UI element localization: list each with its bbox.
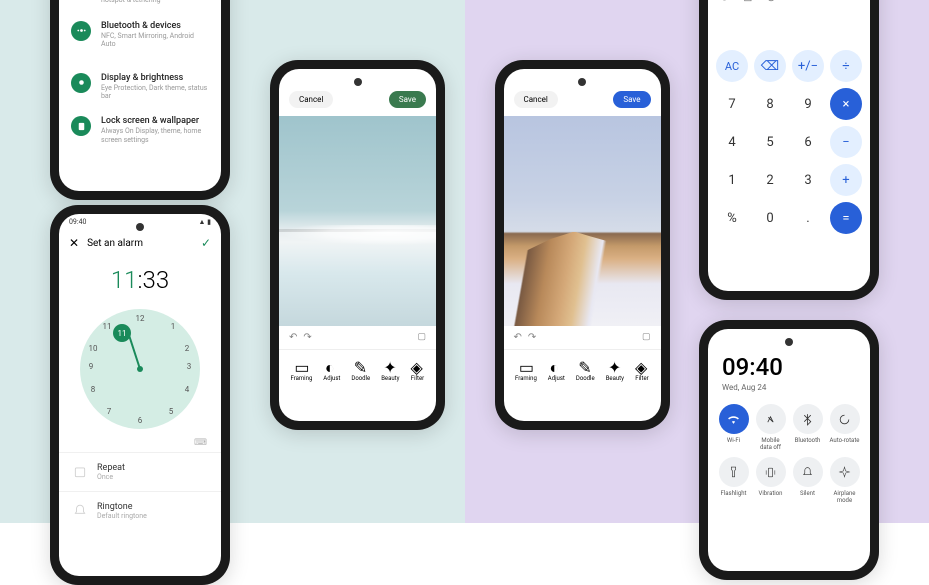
qs-tile-auto-rotate[interactable]: Auto-rotate <box>829 404 860 451</box>
calc-key-3[interactable]: 3 <box>792 164 824 196</box>
redo-icon[interactable]: ↷ <box>528 332 536 343</box>
phone-calculator: ↺ ⊞ ⊘ AC⌫+/−÷ 789× 456− 123+%0.= <box>699 0 879 300</box>
setting-lockscreen[interactable]: Lock screen & wallpaperAlways On Display… <box>59 108 221 152</box>
undo-icon[interactable]: ↶ <box>514 332 522 343</box>
unit-icon[interactable]: ⊞ <box>743 0 752 4</box>
clock-face[interactable]: 121234567891011 11 <box>80 309 200 429</box>
alarm-time-display[interactable]: 11:33 <box>59 256 221 304</box>
calc-key-7[interactable]: 7 <box>716 88 748 120</box>
qs-tile-wi-fi[interactable]: Wi-Fi <box>718 404 749 451</box>
close-icon[interactable]: ✕ <box>69 236 79 250</box>
qs-tile-mobile-data-off[interactable]: Mobile data off <box>755 404 786 451</box>
qs-tile-bluetooth[interactable]: Bluetooth <box>792 404 823 451</box>
calc-key-0[interactable]: 0 <box>754 202 786 234</box>
calc-key-×[interactable]: × <box>830 88 862 120</box>
alarm-repeat[interactable]: RepeatOnce <box>59 452 221 491</box>
editor-action-beauty[interactable]: ✦Beauty <box>606 358 624 382</box>
phone-editor-1: Cancel Save ↶ ↷ ▢ ▭Framing ◐Adjust ✎Doodle ✦… <box>270 60 445 430</box>
qs-tile-vibration[interactable]: Vibration <box>755 457 786 504</box>
calc-key-÷[interactable]: ÷ <box>830 50 862 82</box>
save-button[interactable]: Save <box>613 91 650 108</box>
brightness-icon <box>71 73 91 93</box>
calc-key-6[interactable]: 6 <box>792 126 824 158</box>
editor-action-beauty[interactable]: ✦Beauty <box>381 358 399 382</box>
cancel-button[interactable]: Cancel <box>289 91 333 108</box>
qs-tiles: Wi-FiMobile data offBluetoothAuto-rotate… <box>708 394 870 514</box>
calc-key-9[interactable]: 9 <box>792 88 824 120</box>
alarm-ringtone[interactable]: RingtoneDefault ringtone <box>59 491 221 530</box>
qs-tile-airplane-mode[interactable]: Airplane mode <box>829 457 860 504</box>
setting-bluetooth[interactable]: Bluetooth & devicesNFC, Smart Mirroring,… <box>59 13 221 57</box>
keyboard-icon[interactable]: ⌨ <box>59 434 221 452</box>
qs-clock: 09:40 <box>722 353 856 381</box>
scientific-icon[interactable]: ⊘ <box>766 0 775 4</box>
bell-icon <box>73 504 87 518</box>
editor-action-filter[interactable]: ◈Filter <box>410 358 424 382</box>
confirm-icon[interactable]: ✓ <box>201 236 211 250</box>
editor-action-doodle[interactable]: ✎Doodle <box>576 358 595 382</box>
lockscreen-icon <box>71 116 91 136</box>
qs-tile-flashlight[interactable]: Flashlight <box>718 457 749 504</box>
setting-display[interactable]: Display & brightnessEye Protection, Dark… <box>59 65 221 109</box>
editor-toolbar: ▭Framing ◐Adjust ✎Doodle ✦Beauty ◈Filter <box>504 349 661 390</box>
alarm-title: Set an alarm <box>87 238 193 249</box>
phone-editor-2: Cancel Save ↶ ↷ ▢ ▭Framing ◐Adjust ✎Doodle ✦… <box>495 60 670 430</box>
calc-key-+/−[interactable]: +/− <box>792 50 824 82</box>
editor-toolbar: ▭Framing ◐Adjust ✎Doodle ✦Beauty ◈Filter <box>279 349 436 390</box>
qs-date: Wed, Aug 24 <box>722 383 856 392</box>
history-icon[interactable]: ↺ <box>720 0 729 4</box>
editor-image[interactable] <box>279 116 436 326</box>
clock-selected: 11 <box>113 324 131 342</box>
setting-network[interactable]: Network & InternetWi-Fi, SIM card & mobi… <box>59 0 221 13</box>
redo-icon[interactable]: ↷ <box>303 332 311 343</box>
calc-key-.[interactable]: . <box>792 202 824 234</box>
editor-action-framing[interactable]: ▭Framing <box>515 358 537 382</box>
editor-action-adjust[interactable]: ◐Adjust <box>548 358 565 382</box>
calc-key-AC[interactable]: AC <box>716 50 748 82</box>
phone-quicksettings: 09:40 Wed, Aug 24 Wi-FiMobile data offBl… <box>699 320 879 580</box>
undo-icon[interactable]: ↶ <box>289 332 297 343</box>
calc-key-+[interactable]: + <box>830 164 862 196</box>
calc-key-%[interactable]: % <box>716 202 748 234</box>
calc-key-1[interactable]: 1 <box>716 164 748 196</box>
editor-action-framing[interactable]: ▭Framing <box>290 358 312 382</box>
save-button[interactable]: Save <box>389 91 426 108</box>
calc-key-4[interactable]: 4 <box>716 126 748 158</box>
calc-key-⌫[interactable]: ⌫ <box>754 50 786 82</box>
calc-key-2[interactable]: 2 <box>754 164 786 196</box>
cancel-button[interactable]: Cancel <box>514 91 558 108</box>
phone-settings: Network & InternetWi-Fi, SIM card & mobi… <box>50 0 230 200</box>
editor-action-doodle[interactable]: ✎Doodle <box>351 358 370 382</box>
phone-alarm: 09:40▲ ▮ ✕ Set an alarm ✓ 11:33 12123456… <box>50 205 230 585</box>
editor-action-filter[interactable]: ◈Filter <box>635 358 649 382</box>
aspect-icon[interactable]: ▢ <box>417 332 426 343</box>
devices-icon <box>71 21 91 41</box>
status-icons: ▲ ▮ <box>198 218 211 226</box>
qs-tile-silent[interactable]: Silent <box>792 457 823 504</box>
editor-image[interactable] <box>504 116 661 326</box>
calc-key-8[interactable]: 8 <box>754 88 786 120</box>
repeat-icon <box>73 465 87 479</box>
calc-key-−[interactable]: − <box>830 126 862 158</box>
aspect-icon[interactable]: ▢ <box>642 332 651 343</box>
editor-action-adjust[interactable]: ◐Adjust <box>323 358 340 382</box>
calculator-keypad: AC⌫+/−÷ 789× 456− 123+%0.= <box>708 42 870 242</box>
calc-key-=[interactable]: = <box>830 202 862 234</box>
calc-key-5[interactable]: 5 <box>754 126 786 158</box>
